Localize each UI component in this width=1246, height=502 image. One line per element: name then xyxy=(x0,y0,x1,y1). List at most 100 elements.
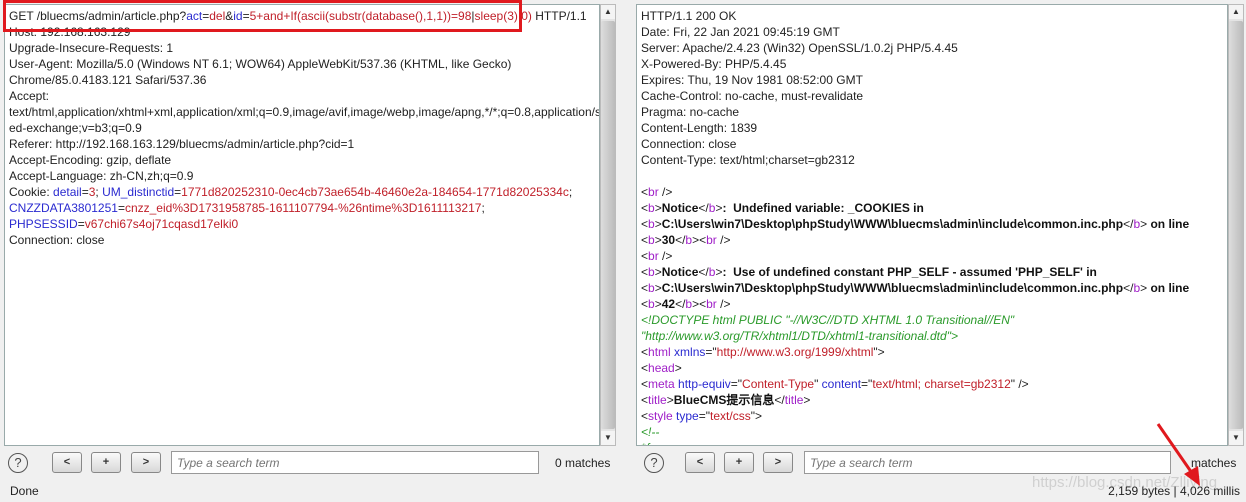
text-segment: < xyxy=(641,201,649,215)
text-segment: 5+and+If(ascii(substr(database(),1,1))=9… xyxy=(249,9,472,23)
text-segment: " /> xyxy=(1010,377,1029,391)
text-segment: "http://www.w3.org/TR/xhtml1/DTD/xhtml1-… xyxy=(641,329,958,343)
text-segment: = xyxy=(117,201,125,215)
text-segment: X-Powered-By: PHP/5.4.45 xyxy=(641,57,787,71)
text-segment: < xyxy=(641,233,649,247)
text-segment: b xyxy=(648,201,655,215)
text-segment: Content-Type: text/html;charset=gb2312 xyxy=(641,153,855,167)
text-segment: > xyxy=(803,393,811,407)
text-segment: CNZZDATA3801251 xyxy=(9,201,118,215)
scroll-up-arrow-icon[interactable]: ▲ xyxy=(601,5,615,19)
text-segment: Pragma: no-cache xyxy=(641,105,740,119)
previous-match-button[interactable]: < xyxy=(685,452,715,473)
text-segment: id xyxy=(233,9,243,23)
text-segment: Content-Type xyxy=(742,377,815,391)
text-segment: </ xyxy=(1123,281,1134,295)
add-button[interactable]: + xyxy=(91,452,121,473)
text-line: Accept-Language: zh-CN,zh;q=0.9 xyxy=(9,168,599,184)
help-icon[interactable]: ? xyxy=(644,453,664,473)
text-segment: = xyxy=(77,217,85,231)
help-icon[interactable]: ? xyxy=(8,453,28,473)
text-segment: < xyxy=(641,361,649,375)
text-line: <b>C:\Users\win7\Desktop\phpStudy\WWW\bl… xyxy=(641,280,1227,296)
text-segment: Accept-Language: zh-CN,zh;q=0.9 xyxy=(9,169,194,183)
text-segment: act xyxy=(186,9,203,23)
text-segment: on line xyxy=(1147,281,1190,295)
text-segment: Date: Fri, 22 Jan 2021 09:45:19 GMT xyxy=(641,25,840,39)
text-segment: " xyxy=(814,377,822,391)
text-segment: = xyxy=(81,185,89,199)
text-line: Connection: close xyxy=(641,136,1227,152)
scroll-up-arrow-icon[interactable]: ▲ xyxy=(1229,5,1243,19)
scroll-down-arrow-icon[interactable]: ▼ xyxy=(601,431,615,445)
text-segment: text/css xyxy=(710,409,751,423)
red-arrow-annotation xyxy=(1156,423,1200,486)
text-segment: =" xyxy=(861,377,873,391)
text-line: *{ xyxy=(641,440,1227,445)
text-segment: Connection: close xyxy=(641,137,737,151)
text-segment: < xyxy=(641,217,649,231)
response-editor[interactable]: HTTP/1.1 200 OK Date: Fri, 22 Jan 2021 09… xyxy=(636,4,1228,446)
search-input[interactable] xyxy=(804,451,1171,474)
text-segment: on line xyxy=(1147,217,1190,231)
response-scrollbar[interactable]: ▲ ▼ xyxy=(1228,4,1244,446)
text-line xyxy=(641,168,1227,184)
text-segment: head xyxy=(648,361,675,375)
add-button[interactable]: + xyxy=(724,452,754,473)
previous-match-button[interactable]: < xyxy=(52,452,82,473)
next-match-button[interactable]: > xyxy=(763,452,793,473)
text-segment: Notice xyxy=(661,265,699,279)
text-segment: < xyxy=(641,377,649,391)
request-editor[interactable]: GET /bluecms/admin/article.php?act=del&i… xyxy=(4,4,600,446)
text-segment: Cache-Control: no-cache, must-revalidate xyxy=(641,89,864,103)
status-text: Done xyxy=(10,484,39,498)
text-segment: Expires: Thu, 19 Nov 1981 08:52:00 GMT xyxy=(641,73,863,87)
text-line: <html xmlns="http://www.w3.org/1999/xhtm… xyxy=(641,344,1227,360)
text-segment: http-equiv xyxy=(678,377,731,391)
text-segment: < xyxy=(641,185,649,199)
request-scrollbar[interactable]: ▲ ▼ xyxy=(600,4,616,446)
text-segment: b xyxy=(648,265,655,279)
text-line: User-Agent: Mozilla/5.0 (Windows NT 6.1;… xyxy=(9,56,599,72)
text-segment: type xyxy=(676,409,699,423)
text-segment: < xyxy=(641,281,649,295)
text-segment: <!DOCTYPE html PUBLIC "-//W3C//DTD XHTML… xyxy=(641,313,1015,327)
text-segment: PHPSESSID xyxy=(9,217,78,231)
text-line: <br /> xyxy=(641,248,1227,264)
text-segment: C:\Users\win7\Desktop\phpStudy\WWW\bluec… xyxy=(661,217,1124,231)
text-segment: < xyxy=(641,265,649,279)
text-line: <head> xyxy=(641,360,1227,376)
text-segment: text/html; charset=gb2312 xyxy=(872,377,1011,391)
text-segment: < xyxy=(641,249,649,263)
text-segment: Referer: http://192.168.163.129/bluecms/… xyxy=(9,137,355,151)
search-input[interactable] xyxy=(171,451,539,474)
text-segment: > xyxy=(654,233,662,247)
text-line: text/html,application/xhtml+xml,applicat… xyxy=(9,104,599,120)
text-segment: > xyxy=(666,393,674,407)
text-segment: del xyxy=(209,9,226,23)
scroll-down-arrow-icon[interactable]: ▼ xyxy=(1229,431,1243,445)
text-segment: : Undefined variable: _COOKIES in xyxy=(722,201,924,215)
text-segment: >< xyxy=(692,233,707,247)
text-segment: title xyxy=(784,393,804,407)
text-line: <meta http-equiv="Content-Type" content=… xyxy=(641,376,1227,392)
text-segment: =" xyxy=(730,377,743,391)
scroll-thumb[interactable] xyxy=(601,21,615,429)
text-segment: /> xyxy=(716,297,731,311)
next-match-button[interactable]: > xyxy=(131,452,161,473)
text-segment: =" xyxy=(698,409,711,423)
text-segment: > xyxy=(654,265,662,279)
text-segment: ed-exchange;v=b3;q=0.9 xyxy=(9,121,142,135)
text-segment: < xyxy=(641,393,649,407)
text-line: Expires: Thu, 19 Nov 1981 08:52:00 GMT xyxy=(641,72,1227,88)
text-line: Cookie: detail=3; UM_distinctid=1771d820… xyxy=(9,184,599,200)
text-segment: GET /bluecms/admin/article.php? xyxy=(9,9,187,23)
response-pane: HTTP/1.1 200 OK Date: Fri, 22 Jan 2021 09… xyxy=(636,0,1246,480)
scroll-thumb[interactable] xyxy=(1229,21,1243,429)
text-segment: >< xyxy=(692,297,707,311)
text-segment: Notice xyxy=(661,201,699,215)
text-segment: b xyxy=(648,217,655,231)
text-segment: br xyxy=(706,233,717,247)
text-segment: > xyxy=(654,281,662,295)
text-line: X-Powered-By: PHP/5.4.45 xyxy=(641,56,1227,72)
